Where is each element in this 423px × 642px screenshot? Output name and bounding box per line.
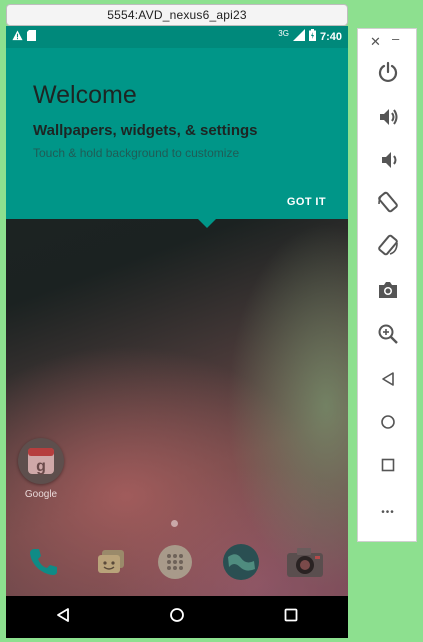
app-drawer-icon[interactable] (155, 542, 195, 582)
network-type: 3G (278, 29, 289, 38)
svg-text:g: g (36, 458, 46, 475)
rotate-left-button[interactable] (373, 189, 403, 219)
navigation-bar (6, 596, 348, 638)
volume-down-button[interactable] (373, 147, 403, 177)
volume-down-icon (377, 149, 399, 176)
rotate-right-button[interactable] (373, 232, 403, 262)
phone-app-icon[interactable] (23, 542, 63, 582)
clock: 7:40 (319, 30, 342, 43)
nav-home-button[interactable] (157, 597, 197, 637)
nav-back-button[interactable] (43, 597, 83, 637)
screenshot-button[interactable] (373, 277, 403, 307)
recents-icon (284, 608, 298, 627)
emulator-controls: ✕ – ••• (357, 28, 417, 542)
volume-up-button[interactable] (373, 104, 403, 134)
home-icon (380, 414, 396, 435)
camera-app-icon[interactable] (285, 542, 325, 582)
google-folder-icon: g (18, 438, 64, 484)
google-folder-label: Google (24, 489, 58, 500)
window-title: 5554:AVD_nexus6_api23 (6, 4, 348, 26)
rotate-left-icon (376, 190, 400, 219)
close-icon[interactable]: ✕ (370, 34, 381, 50)
got-it-button[interactable]: GOT IT (287, 196, 326, 208)
sd-card-icon (27, 30, 36, 44)
cling-hint: Touch & hold background to customize (33, 146, 240, 160)
welcome-cling: Welcome Wallpapers, widgets, & settings … (6, 48, 348, 228)
zoom-button[interactable] (373, 321, 403, 351)
more-icon: ••• (381, 506, 395, 518)
device-screen[interactable]: 3G 7:40 Welcome Wallpapers, widgets, & s… (6, 26, 348, 638)
warning-icon (12, 30, 23, 44)
panel-home-button[interactable] (373, 409, 403, 439)
battery-icon (308, 29, 316, 44)
messenger-app-icon[interactable] (92, 542, 132, 582)
cling-title: Welcome (33, 81, 137, 109)
google-folder[interactable]: g Google (16, 438, 66, 500)
status-bar: 3G 7:40 (6, 26, 348, 48)
hotseat (6, 542, 348, 582)
nav-recents-button[interactable] (271, 597, 311, 637)
zoom-icon (377, 323, 399, 350)
overview-icon (381, 458, 395, 477)
panel-back-button[interactable] (373, 366, 403, 396)
power-button[interactable] (373, 59, 403, 89)
camera-icon (377, 280, 399, 305)
browser-app-icon[interactable] (221, 542, 261, 582)
cling-pointer (198, 219, 216, 228)
signal-icon (292, 29, 305, 44)
page-indicator (171, 520, 178, 527)
back-icon (380, 371, 396, 392)
volume-up-icon (377, 106, 399, 133)
power-icon (377, 61, 399, 88)
back-icon (55, 607, 71, 628)
minimize-icon[interactable]: – (392, 31, 399, 46)
home-icon (169, 607, 185, 628)
more-button[interactable]: ••• (373, 497, 403, 527)
cling-subtitle: Wallpapers, widgets, & settings (33, 122, 258, 139)
rotate-right-icon (376, 233, 400, 262)
panel-overview-button[interactable] (373, 452, 403, 482)
